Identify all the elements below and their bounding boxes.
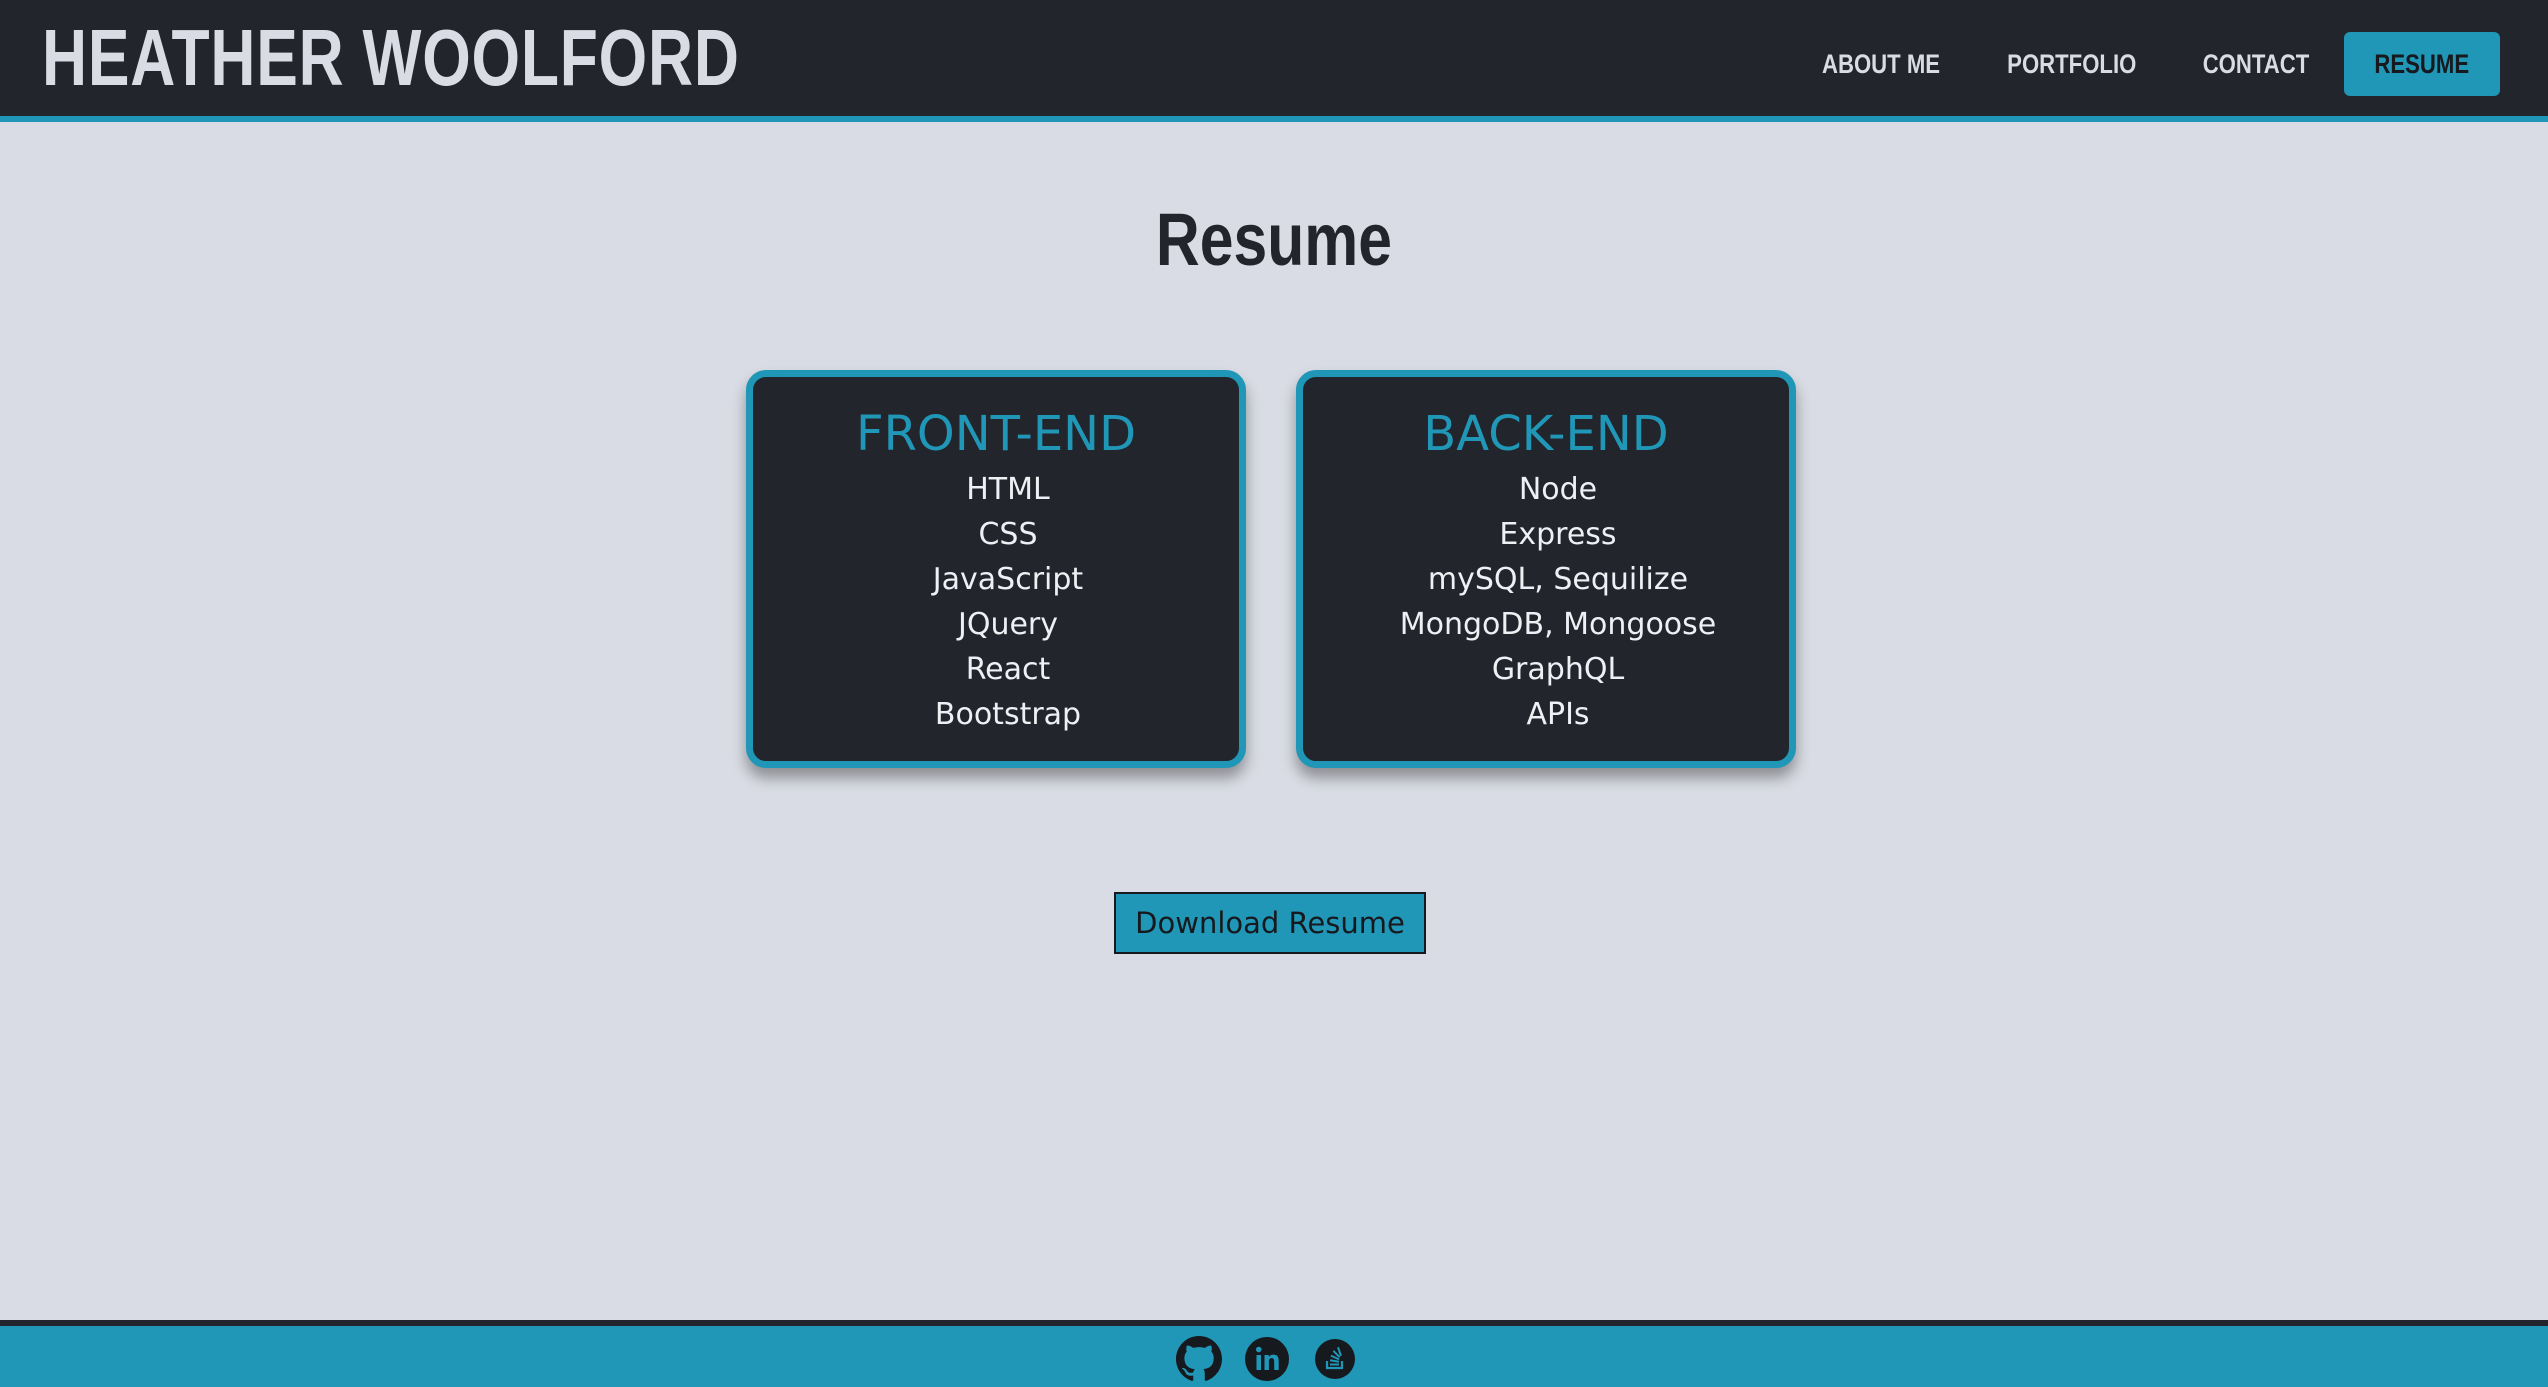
linkedin-icon[interactable] [1244,1336,1290,1382]
skill-item: MongoDB, Mongoose [1399,607,1717,642]
social-links [1176,1336,1358,1382]
skill-item: JavaScript [932,562,1084,597]
site-footer [0,1320,2548,1387]
skill-item: JQuery [957,607,1059,642]
nav-portfolio[interactable]: PORTFOLIO [1991,32,2153,96]
nav-contact[interactable]: CONTACT [2186,32,2325,96]
skill-item: APIs [1526,697,1590,732]
skill-item: HTML [966,472,1050,507]
skill-item: CSS [978,517,1038,552]
skill-item: Express [1499,517,1617,552]
back-end-skill-list: Node Express mySQL, Sequilize MongoDB, M… [1303,467,1789,737]
back-end-card: BACK-END Node Express mySQL, Sequilize M… [1296,370,1796,768]
skill-item: mySQL, Sequilize [1427,562,1689,597]
front-end-title: FRONT-END [855,406,1137,462]
download-resume-button[interactable]: Download Resume [1114,892,1426,954]
page-title-text: Resume [1155,198,1393,281]
github-icon[interactable] [1176,1336,1222,1382]
page-title: Resume [0,190,2548,290]
nav-resume-label: RESUME [2374,49,2470,79]
site-header: HEATHER WOOLFORD ABOUT ME PORTFOLIO CONT… [0,0,2548,122]
skill-item: Node [1518,472,1598,507]
front-end-card: FRONT-END HTML CSS JavaScript JQuery Rea… [746,370,1246,768]
nav-resume[interactable]: RESUME [2344,32,2500,96]
skill-item: React [965,652,1051,687]
main-nav: ABOUT ME PORTFOLIO CONTACT RESUME [1789,32,2500,96]
skill-item: Bootstrap [934,697,1082,732]
skill-item: GraphQL [1491,652,1625,687]
back-end-title: BACK-END [1423,406,1669,462]
stackoverflow-icon[interactable] [1312,1336,1358,1382]
site-title[interactable]: HEATHER WOOLFORD [42,8,740,108]
front-end-skill-list: HTML CSS JavaScript JQuery React Bootstr… [753,467,1239,737]
nav-about-me[interactable]: ABOUT ME [1806,32,1957,96]
